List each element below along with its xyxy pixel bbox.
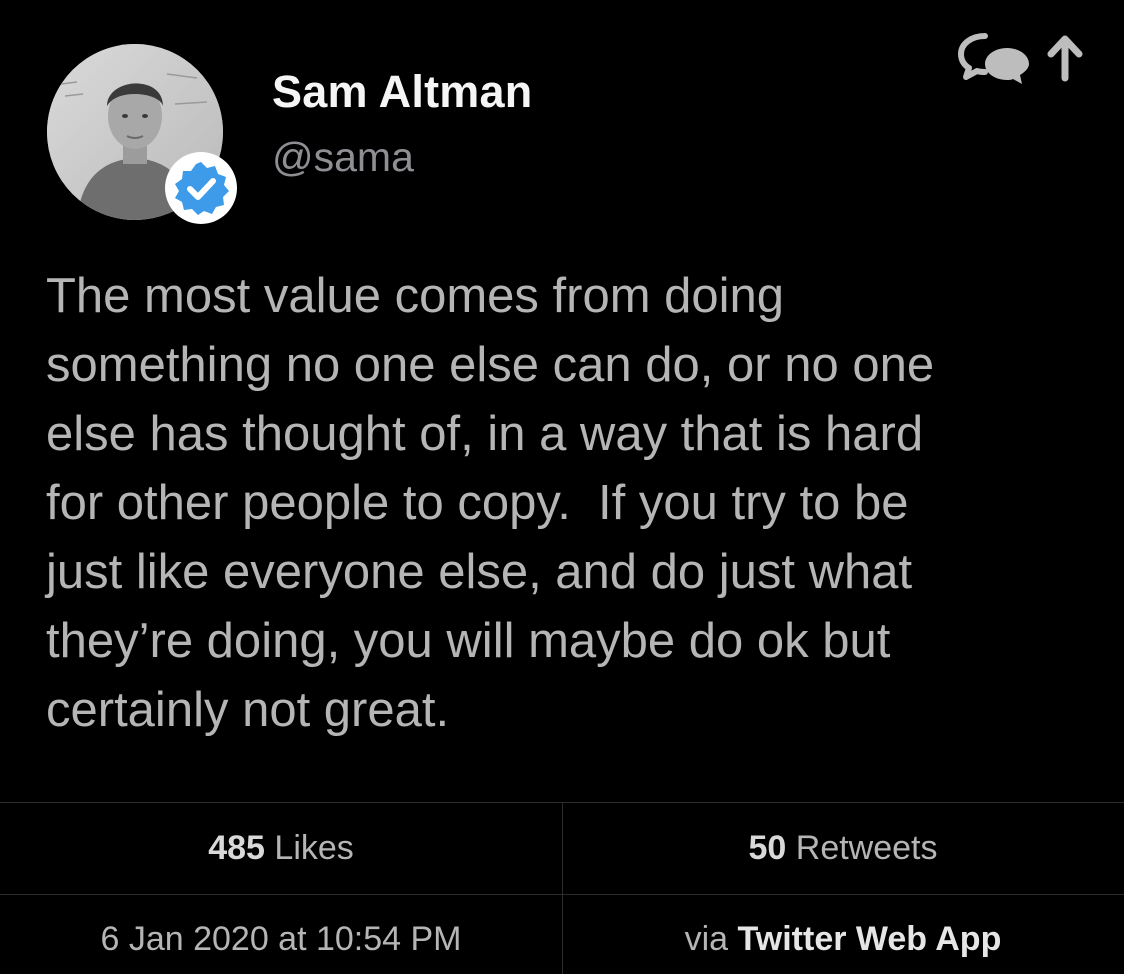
tweet-timestamp: 6 Jan 2020 at 10:54 PM [100, 920, 462, 958]
likes-stat[interactable]: 485 Likes [0, 829, 562, 868]
likes-label: Likes [274, 829, 354, 867]
verified-check-icon [175, 162, 229, 215]
share-icon[interactable] [1047, 35, 1083, 82]
header-actions [955, 22, 1095, 94]
source-app-link[interactable]: Twitter Web App [738, 920, 1002, 958]
header-icons-svg [958, 33, 1083, 84]
retweets-count: 50 [748, 829, 787, 867]
verified-badge [165, 152, 237, 224]
tweet-card: Sam Altman @sama The most value comes fr… [0, 0, 1124, 974]
likes-count: 485 [208, 829, 265, 867]
avatar-container[interactable] [47, 44, 237, 224]
retweets-label: Retweets [795, 829, 938, 867]
retweets-stat[interactable]: 50 Retweets [562, 829, 1124, 868]
author-handle[interactable]: @sama [272, 134, 414, 181]
author-name[interactable]: Sam Altman [272, 66, 532, 118]
tweet-text: The most value comes from doing somethin… [46, 269, 935, 737]
reply-icon[interactable] [958, 33, 1029, 84]
tweet-source: via Twitter Web App [562, 920, 1124, 959]
source-via-label: via [684, 920, 729, 958]
